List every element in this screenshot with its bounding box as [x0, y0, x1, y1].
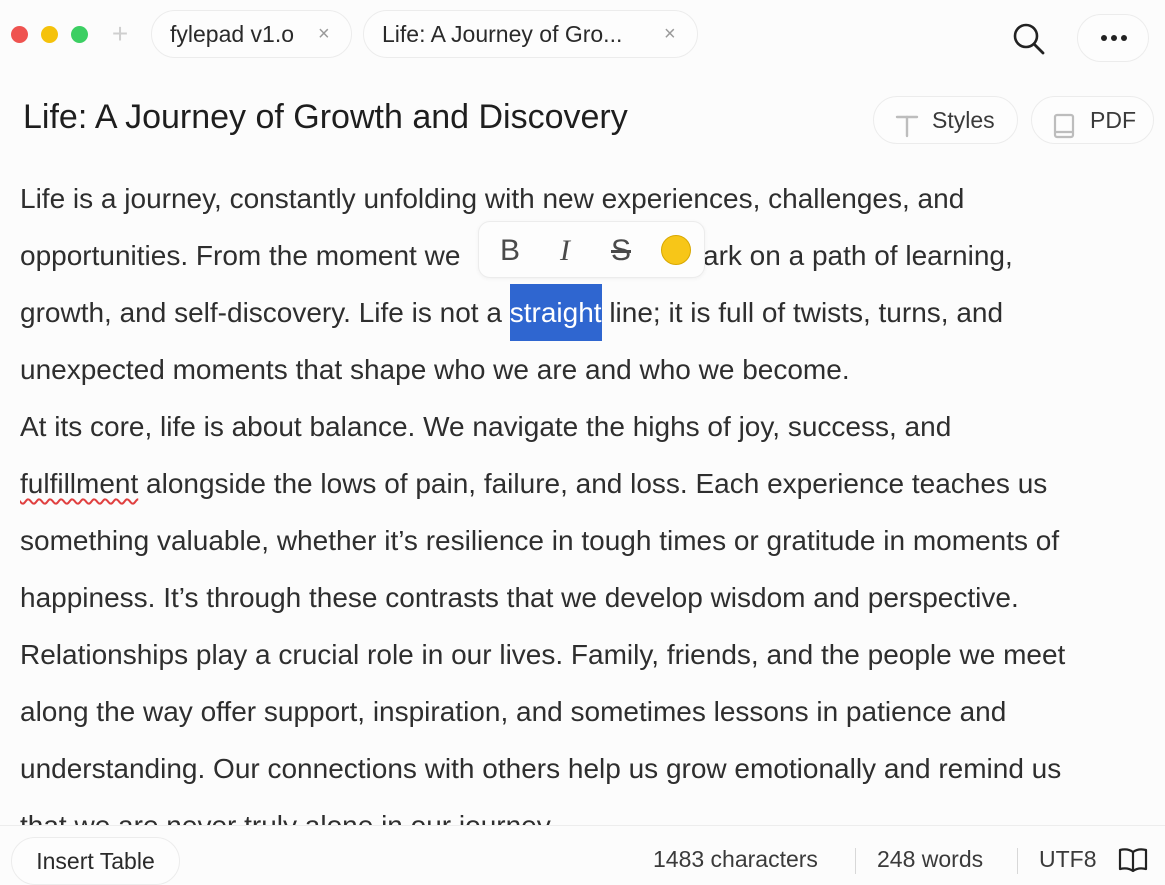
- title-bar: + fylepad v1.o × Life: A Journey of Gro.…: [0, 0, 1165, 70]
- text-line: unexpected moments that shape who we are…: [20, 354, 850, 385]
- text-line: happiness. It’s through these contrasts …: [20, 582, 1019, 613]
- tab-fylepad[interactable]: fylepad v1.o ×: [151, 10, 352, 58]
- text-span: growth, and self-discovery. Life is not …: [20, 297, 510, 328]
- close-window-button[interactable]: [11, 26, 28, 43]
- pdf-label: PDF: [1090, 107, 1136, 133]
- tab-life-journey[interactable]: Life: A Journey of Gro... ×: [363, 10, 698, 58]
- divider: [855, 848, 856, 874]
- more-dots-icon: [1101, 35, 1127, 41]
- format-toolbar: B I S: [478, 221, 705, 278]
- text-line: Life is a journey, constantly unfolding …: [20, 183, 965, 214]
- book-icon: [1118, 848, 1148, 873]
- misspelled-word[interactable]: fulfillment: [20, 468, 138, 499]
- styles-label: Styles: [932, 107, 995, 133]
- text-line: growth, and self-discovery. Life is not …: [20, 284, 1003, 341]
- selected-text[interactable]: straight: [509, 284, 602, 341]
- text-line: understanding. Our connections with othe…: [20, 753, 1062, 784]
- document-title[interactable]: Life: A Journey of Growth and Discovery: [23, 98, 628, 137]
- search-icon: [1013, 23, 1045, 55]
- text-span: opportunities. From the moment we: [20, 240, 461, 271]
- divider: [1017, 848, 1018, 874]
- document-icon: [1052, 108, 1076, 154]
- character-count: 1483 characters: [653, 846, 818, 872]
- tab-label: Life: A Journey of Gro...: [382, 21, 623, 47]
- text-span: alongside the lows of pain, failure, and…: [138, 468, 1048, 499]
- tab-close-icon[interactable]: ×: [318, 11, 330, 57]
- text-span: line; it is full of twists, turns, and: [601, 297, 1004, 328]
- new-tab-button[interactable]: +: [108, 20, 132, 48]
- italic-button[interactable]: I: [543, 222, 587, 279]
- tab-label: fylepad v1.o: [170, 21, 295, 47]
- text-line: At its core, life is about balance. We n…: [20, 411, 952, 442]
- highlight-color-button[interactable]: [661, 235, 691, 265]
- reading-mode-button[interactable]: [1118, 846, 1148, 876]
- bold-button[interactable]: B: [488, 222, 532, 279]
- styles-button[interactable]: Styles: [873, 96, 1018, 144]
- zoom-window-button[interactable]: [71, 26, 88, 43]
- search-button[interactable]: [1010, 20, 1050, 60]
- minimize-window-button[interactable]: [41, 26, 58, 43]
- tab-close-icon[interactable]: ×: [664, 11, 676, 57]
- text-line: along the way offer support, inspiration…: [20, 696, 1007, 727]
- text-line: Relationships play a crucial role in our…: [20, 639, 1066, 670]
- encoding-label[interactable]: UTF8: [1039, 846, 1097, 873]
- word-count: 248 words: [877, 846, 984, 872]
- strikethrough-button[interactable]: S: [599, 222, 643, 279]
- status-bar: Insert Table 1483 characters 248 words U…: [0, 825, 1165, 885]
- text-line: that we are never truly alone in our jou…: [20, 797, 556, 825]
- pdf-button[interactable]: PDF: [1031, 96, 1154, 144]
- text-line: fulfillment alongside the lows of pain, …: [20, 455, 1047, 512]
- text-span: bark on a path of learning,: [687, 240, 1013, 271]
- text-line: something valuable, whether it’s resilie…: [20, 525, 1060, 556]
- text-style-icon: [894, 108, 920, 154]
- insert-table-button[interactable]: Insert Table: [11, 837, 180, 885]
- more-options-button[interactable]: [1077, 14, 1149, 62]
